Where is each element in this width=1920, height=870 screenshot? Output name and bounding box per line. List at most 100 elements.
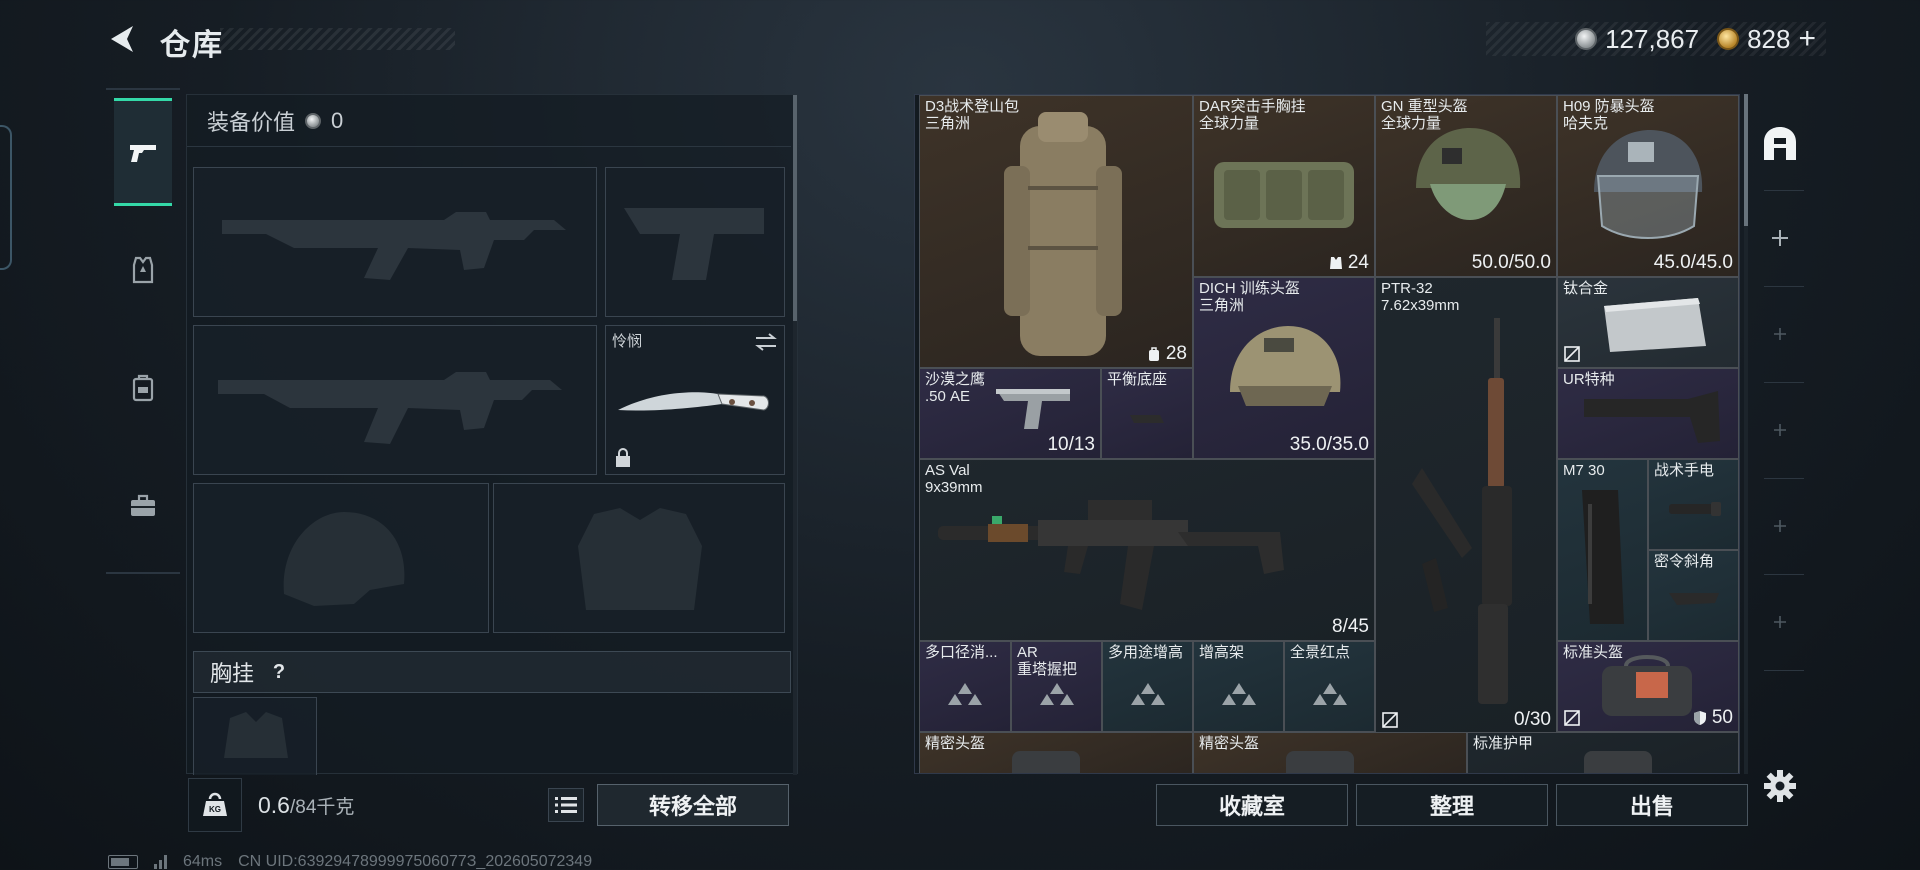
silver-coin-icon [1575,28,1598,50]
add-storage-tab-5[interactable] [1754,596,1806,648]
side-drawer-handle[interactable] [0,125,12,270]
storage-tab-main[interactable] [1754,118,1806,170]
storage-tabs-rail [1754,94,1806,704]
melee-slot[interactable]: 怜悯 [605,325,785,475]
storage-item-panoramic-red-dot[interactable]: 全景红点 [1284,641,1375,732]
back-button[interactable] [105,22,139,56]
pistol-slot[interactable] [605,167,785,317]
back-arrow-icon [111,26,133,52]
rail-divider [1764,190,1804,191]
item-name: AR 重塔握把 [1017,644,1078,678]
chest-rig-silhouette-icon [224,712,288,758]
storage-item-standard-helmet[interactable]: 标准头盔 50 [1557,641,1739,732]
storage-item-desert-eagle[interactable]: 沙漠之鹰 .50 AE 10/13 [919,368,1101,459]
battery-icon [108,855,138,869]
title-decoration [220,28,455,50]
item-count: 0/30 [1514,709,1551,730]
weight-max: /84千克 [289,797,355,818]
gold-currency[interactable]: 828 + [1717,24,1816,55]
storage-item-precision-helmet-2[interactable]: 精密头盔 [1193,732,1467,773]
storage-item-chest-rig[interactable]: DAR突击手胸挂 全球力量 24 [1193,95,1375,277]
storage-item-ur-stock[interactable]: UR特种 [1557,368,1739,459]
rifle-silhouette-icon [222,212,566,280]
nav-weapons[interactable] [114,98,172,206]
rank-icon [948,682,982,705]
weight-readout: 0.6/84千克 [258,792,354,819]
add-storage-tab-2[interactable] [1754,308,1806,360]
add-storage-tab-4[interactable] [1754,500,1806,552]
add-storage-tab-3[interactable] [1754,404,1806,456]
helmet-silhouette-icon [283,512,405,606]
storage-item-multi-riser[interactable]: 多用途增高 [1102,641,1193,732]
storage-item-balance-base[interactable]: 平衡底座 [1101,368,1193,459]
helmet-slot[interactable] [193,483,489,633]
settings-button[interactable] [1758,764,1802,808]
chest-rig-slot[interactable] [193,697,317,775]
item-name: 钛合金 [1563,280,1609,297]
item-name: 标准头盔 [1563,644,1624,661]
rank-icon [1039,682,1074,705]
backpack-icon [132,374,154,402]
collection-room-button[interactable]: 收藏室 [1156,784,1348,826]
organize-button[interactable]: 整理 [1356,784,1548,826]
ping-readout: 64ms [183,853,223,870]
help-icon[interactable]: ? [266,659,292,685]
storage-item-titanium[interactable]: 钛合金 [1557,277,1739,368]
item-count: 50 [1692,707,1733,729]
item-count: 45.0/45.0 [1653,252,1733,273]
add-storage-tab-1[interactable] [1754,212,1806,264]
silver-coin-icon [305,112,322,129]
plus-icon [1774,424,1786,436]
storage-item-riser-mount[interactable]: 增高架 [1193,641,1284,732]
add-currency-icon[interactable]: + [1798,24,1816,54]
weight-current: 0.6 [258,792,290,818]
gold-coin-icon [1717,28,1740,50]
storage-item-ptr32[interactable]: PTR-32 7.62x39mm 0/30 [1375,277,1557,734]
transfer-all-button[interactable]: 转移全部 [597,784,789,826]
armor-slot[interactable] [493,483,785,633]
nav-case[interactable] [114,452,172,560]
item-name: 精密头盔 [925,735,986,752]
status-bar: 64ms CN UID:6392947899997506077З_2026050… [108,853,592,870]
storage-item-training-helmet[interactable]: DICH 训练头盔 三角洲 35.0/35.0 [1193,277,1375,459]
riot-helmet-art-icon [1594,130,1703,239]
item-name: UR特种 [1563,371,1615,388]
storage-item-riot-helmet[interactable]: H09 防暴头盔 哈夫克 45.0/45.0 [1557,95,1739,277]
loadout-scrollbar[interactable] [793,95,797,775]
list-icon [555,797,577,813]
storage-item-backpack[interactable]: D3战术登山包 三角洲 28 [919,95,1193,368]
secondary-weapon-slot[interactable] [193,325,597,475]
storage-item-precision-helmet[interactable]: 精密头盔 [919,732,1193,773]
loadout-scroll-thumb[interactable] [793,95,797,321]
item-name: 标准护甲 [1473,735,1534,752]
storage-item-ar-grip[interactable]: AR 重塔握把 [1011,641,1102,732]
category-nav [106,88,180,574]
item-name: 多用途增高 [1108,644,1184,661]
storage-item-flashlight[interactable]: 战术手电 [1648,459,1739,550]
lock-icon [616,448,630,467]
pistol-silhouette-icon [624,208,764,280]
chest-rig-art-icon [1214,162,1354,228]
storage-item-heavy-helmet[interactable]: GN 重型头盔 全球力量 50.0/50.0 [1375,95,1557,277]
primary-weapon-slot[interactable] [193,167,597,317]
storage-item-angled-grip[interactable]: 密令斜角 [1648,550,1739,641]
nav-armor[interactable] [114,216,172,324]
shield-icon [1693,711,1706,725]
storage-scroll-thumb[interactable] [1744,94,1748,226]
item-count: 10/13 [1047,434,1095,455]
no-insure-icon [1564,710,1580,726]
nav-backpack[interactable] [114,334,172,442]
item-name: D3战术登山包 三角洲 [925,98,1020,132]
storage-item-multi-caliber-suppressor[interactable]: 多口径消... [919,641,1011,732]
swap-icon[interactable] [754,332,778,352]
warehouse-icon [1764,127,1796,160]
storage-item-standard-armor[interactable]: 标准护甲 [1467,732,1739,773]
rank-icon [1221,682,1256,705]
sell-button[interactable]: 出售 [1556,784,1748,826]
item-name: 沙漠之鹰 .50 AE [925,371,986,405]
storage-item-as-val[interactable]: AS Val 9x39mm 8/45 [919,459,1375,641]
weight-box: KG [188,778,242,832]
storage-item-m7-magazine[interactable]: M7 30 [1557,459,1648,641]
list-view-button[interactable] [548,788,584,822]
armor-silhouette-icon [578,508,702,610]
